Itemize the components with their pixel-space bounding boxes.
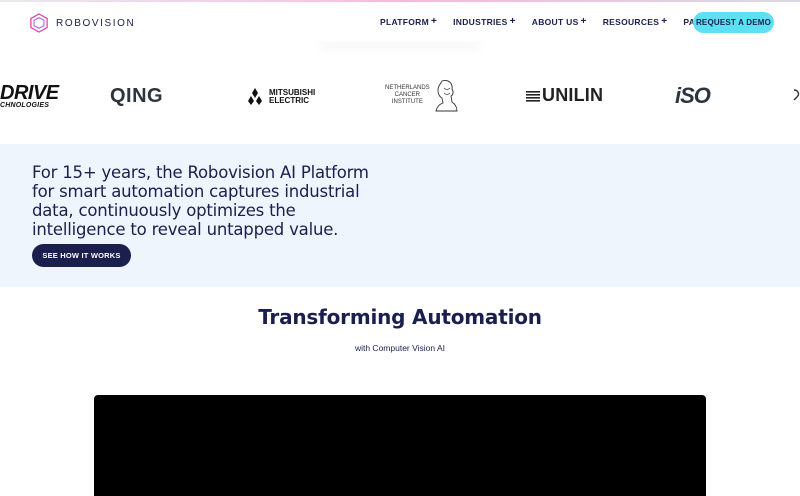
mitsubishi-logo-text: MITSUBISHI ELECTRIC <box>269 89 315 105</box>
dropdown-shadow <box>320 36 480 42</box>
nav-platform-label: PLATFORM <box>380 17 429 27</box>
section-subtitle: with Computer Vision AI <box>354 343 446 353</box>
nav-about-us[interactable]: ABOUT US + <box>531 16 587 28</box>
partial-logo-icon <box>793 89 800 101</box>
nci-line3: INSTITUTE <box>391 98 423 105</box>
main-nav: PLATFORM + INDUSTRIES + ABOUT US + RESOU… <box>380 16 732 28</box>
plus-icon: + <box>661 16 668 27</box>
iso-logo: iSO <box>675 83 711 108</box>
unilin-logo-text: UNILIN <box>542 85 604 105</box>
unilin-lines-icon <box>526 90 540 102</box>
robovision-hexagon-icon <box>30 13 48 33</box>
nav-platform[interactable]: PLATFORM + <box>380 16 438 28</box>
drive-logo-subtext: CHNOLOGIES <box>0 102 50 109</box>
nav-about-us-label: ABOUT US <box>531 17 579 27</box>
hero-section: For 15+ years, the Robovision AI Platfor… <box>0 144 800 287</box>
request-demo-button[interactable]: REQUEST A DEMO <box>693 12 774 33</box>
brand-logo[interactable]: ROBOVISION <box>30 13 135 33</box>
plus-icon: + <box>430 16 438 27</box>
nci-line2: CANCER <box>394 91 421 98</box>
drive-technologies-logo: DRIVE CHNOLOGIES <box>0 82 59 109</box>
unilin-logo-row: UNILIN <box>526 85 603 106</box>
section-title: Transforming Automation <box>258 305 542 329</box>
nav-resources-label: RESOURCES <box>602 17 660 27</box>
drive-logo-text: DRIVE <box>0 82 59 104</box>
nav-resources[interactable]: RESOURCES + <box>602 16 668 28</box>
mitsubishi-diamonds-icon <box>248 88 262 105</box>
brand-name: ROBOVISION <box>56 17 136 29</box>
hero-text: For 15+ years, the Robovision AI Platfor… <box>32 163 369 239</box>
unilin-logo: UNILIN <box>526 85 603 106</box>
nci-portrait-icon <box>435 80 458 112</box>
client-logos-strip: DRIVE CHNOLOGIES QING MITSUBISHI ELECTRI… <box>0 70 800 125</box>
mitsubishi-line2: ELECTRIC <box>269 96 309 105</box>
plus-icon: + <box>580 16 587 27</box>
nav-industries[interactable]: INDUSTRIES + <box>453 16 516 28</box>
nci-logo-text: NETHERLANDS CANCER INSTITUTE <box>385 85 430 106</box>
plus-icon: + <box>509 16 516 27</box>
qing-logo: QING <box>110 85 164 107</box>
see-how-it-works-button[interactable]: SEE HOW IT WORKS <box>32 244 131 267</box>
netherlands-cancer-institute-logo: NETHERLANDS CANCER INSTITUTE <box>385 78 458 112</box>
mitsubishi-electric-logo: MITSUBISHI ELECTRIC <box>245 88 315 106</box>
nav-industries-label: INDUSTRIES <box>453 17 508 27</box>
video-player[interactable] <box>94 395 706 496</box>
nci-line1: NETHERLANDS <box>385 84 430 91</box>
